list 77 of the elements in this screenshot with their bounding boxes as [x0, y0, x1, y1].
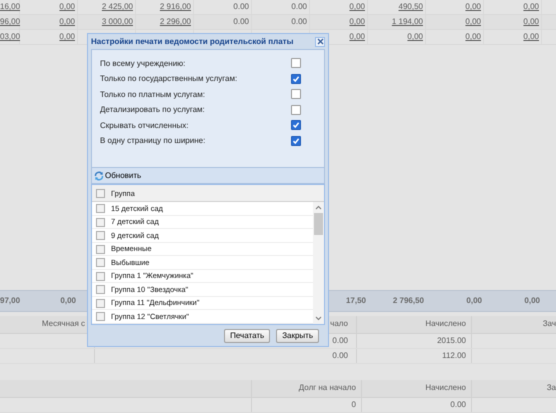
column-header: Начислено: [425, 319, 466, 328]
table-cell: 0,00: [465, 2, 481, 11]
table-cell: 0.00: [332, 336, 348, 345]
total-cell: 17,50: [346, 296, 366, 305]
table-cell: 16,00: [0, 2, 20, 11]
table-cell: 2 425,00: [102, 2, 133, 11]
checkbox[interactable]: [96, 272, 105, 281]
checkbox[interactable]: [291, 89, 301, 100]
table-cell: 0,00: [465, 32, 481, 41]
checkbox[interactable]: [96, 244, 105, 254]
table-cell: 0.00: [291, 2, 307, 11]
checkbox[interactable]: [96, 312, 105, 322]
scroll-down-icon[interactable]: [315, 316, 322, 321]
table-cell: 0.00: [233, 2, 249, 11]
total-cell: 97,00: [0, 296, 20, 305]
table-cell: 112.00: [442, 351, 466, 360]
print-button[interactable]: Печатать: [224, 328, 270, 343]
checkbox[interactable]: [291, 120, 301, 130]
table-cell: 2 916,00: [160, 2, 191, 11]
checkbox[interactable]: [291, 136, 301, 146]
table-cell: 03,00: [0, 32, 20, 41]
checkbox[interactable]: [96, 298, 105, 308]
column-header: Долг на начало: [298, 383, 356, 392]
refresh-icon: [94, 170, 104, 181]
total-cell: 0,00: [60, 296, 76, 305]
refresh-button[interactable]: Обновить: [92, 170, 142, 181]
checkbox[interactable]: [96, 258, 105, 268]
close-button[interactable]: [315, 36, 325, 47]
checkbox[interactable]: [96, 204, 105, 214]
checkbox[interactable]: [291, 58, 301, 68]
dialog-title: Настройки печати ведомости родительской платы: [91, 37, 294, 46]
scroll-thumb[interactable]: [314, 213, 323, 236]
column-header: За: [546, 383, 556, 392]
table-cell: 3 000,00: [102, 17, 133, 26]
checkbox[interactable]: [291, 74, 301, 84]
table-cell: 0.00: [291, 17, 307, 26]
table-cell: 0,00: [59, 2, 75, 11]
table-cell: 0: [352, 400, 356, 409]
option-label: Только по государственным услугам:: [100, 74, 238, 84]
table-cell: 0,00: [349, 32, 365, 41]
checkbox[interactable]: [291, 104, 301, 115]
scroll-up-icon[interactable]: [315, 205, 322, 210]
total-cell: 2 796,50: [392, 296, 424, 305]
table-cell: 490,50: [398, 2, 423, 11]
checkbox[interactable]: [96, 188, 105, 198]
table-cell: 2015.00: [437, 336, 466, 345]
column-header: чало: [330, 319, 348, 328]
table-cell: 0,00: [59, 32, 75, 41]
table-cell: 96,00: [0, 17, 20, 26]
close-dialog-button[interactable]: Закрыть: [276, 328, 319, 343]
table-cell: 0,00: [349, 2, 365, 11]
total-cell: 0,00: [524, 296, 540, 305]
column-header: Начислено: [425, 383, 466, 392]
table-cell: 0,00: [349, 17, 365, 26]
table-cell: 0.00: [233, 17, 249, 26]
column-header: Зач: [542, 319, 556, 328]
scrollbar[interactable]: [313, 202, 324, 324]
table-cell: 0,00: [465, 17, 481, 26]
option-label: Только по платным услугам:: [100, 90, 205, 99]
checkbox[interactable]: [96, 231, 105, 240]
table-cell: 0,00: [523, 2, 539, 11]
option-label: По всему учреждению:: [100, 58, 186, 68]
table-cell: 0,00: [523, 32, 539, 41]
table-cell: 0.00: [332, 351, 348, 360]
table-cell: 0,00: [59, 17, 75, 26]
table-cell: 2 296,00: [160, 17, 191, 26]
option-label: Детализировать по услугам:: [100, 105, 205, 114]
table-cell: 0.00: [450, 400, 466, 409]
option-label: В одну страницу по ширине:: [100, 136, 206, 146]
checkbox[interactable]: [96, 285, 105, 294]
checkbox[interactable]: [96, 218, 105, 227]
total-cell: 0,00: [466, 296, 482, 305]
table-cell: 1 194,00: [392, 17, 423, 26]
table-cell: 0,00: [407, 32, 423, 41]
table-cell: 0,00: [523, 17, 539, 26]
column-header: Месячная с: [42, 319, 85, 328]
option-label: Скрывать отчисленных:: [100, 120, 188, 130]
